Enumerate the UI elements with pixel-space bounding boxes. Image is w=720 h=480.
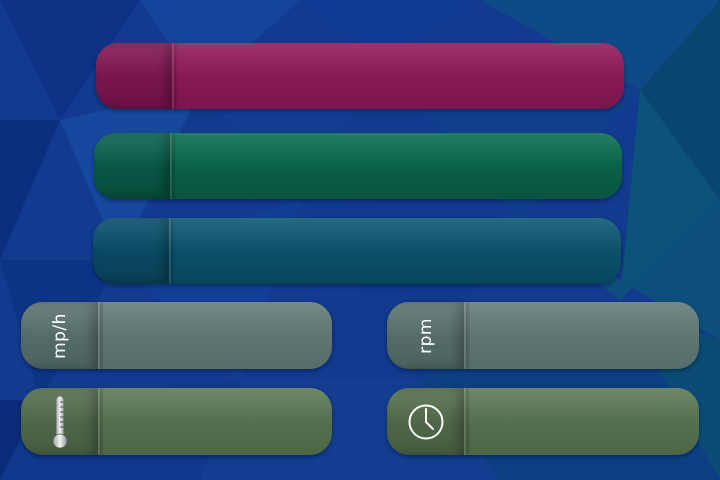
green-bar bbox=[94, 133, 622, 199]
rpm-unit-label: rpm bbox=[415, 317, 436, 354]
speed-unit-label: mp/h bbox=[49, 312, 70, 359]
rpm-gauge: rpm bbox=[387, 302, 699, 369]
teal-bar bbox=[93, 218, 621, 284]
thermometer-icon bbox=[52, 395, 67, 448]
temperature-gauge bbox=[21, 388, 332, 455]
magenta-bar bbox=[96, 43, 624, 109]
speed-gauge: mp/h bbox=[21, 302, 332, 369]
time-gauge bbox=[387, 388, 699, 455]
clock-icon bbox=[408, 404, 443, 439]
